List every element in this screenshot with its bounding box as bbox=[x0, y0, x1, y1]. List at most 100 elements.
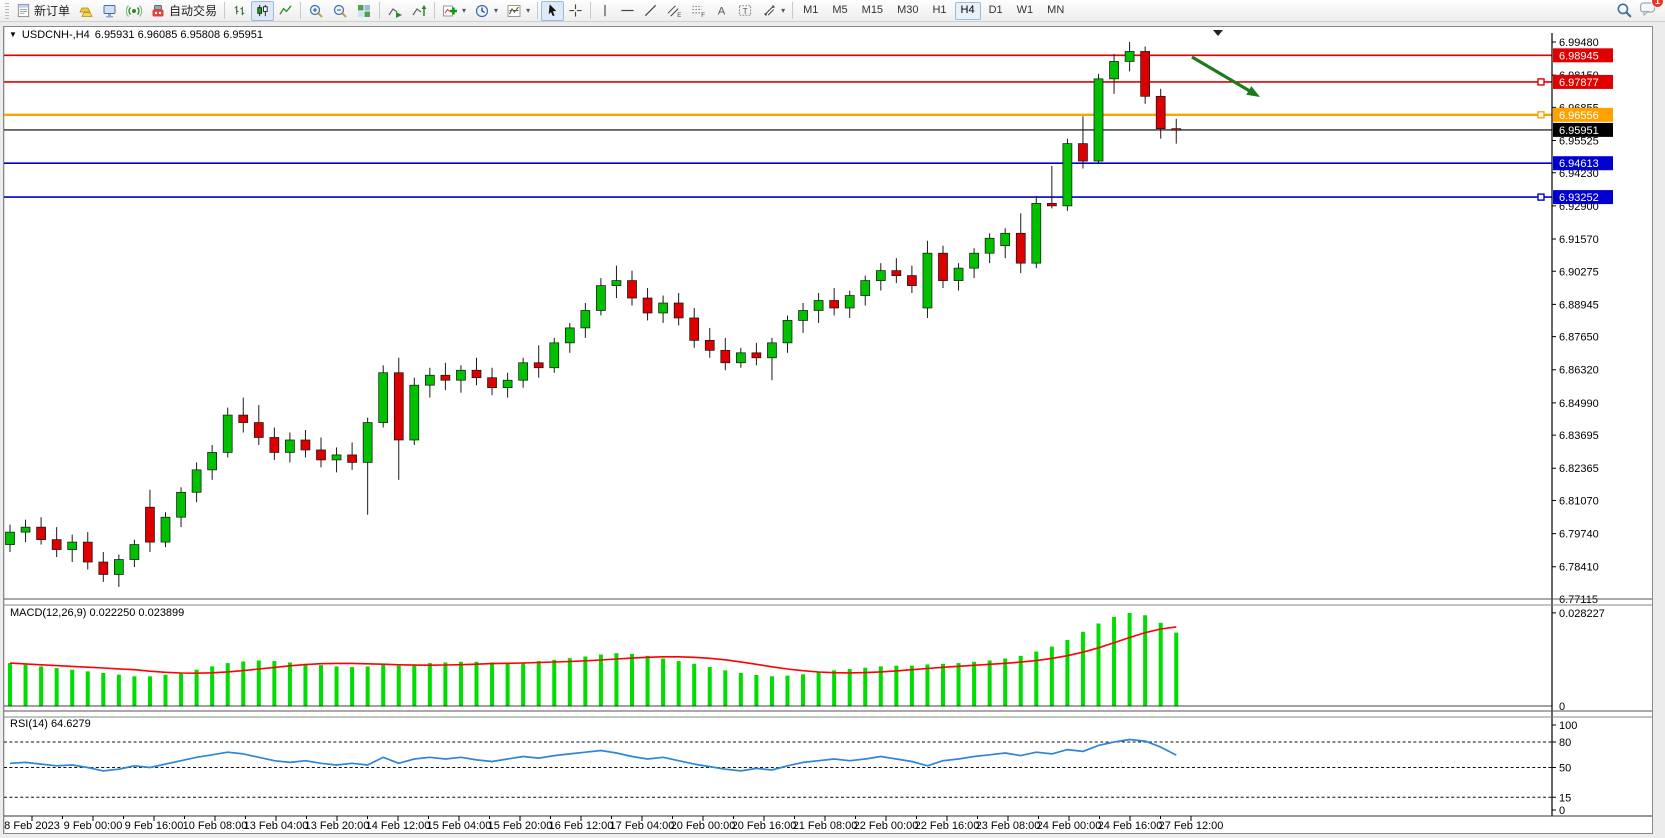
line-chart-icon bbox=[278, 3, 293, 18]
arrows-icon bbox=[761, 3, 777, 18]
crosshair-icon bbox=[568, 3, 583, 18]
new-order-label: 新订单 bbox=[34, 2, 70, 19]
timeframe-M5[interactable]: M5 bbox=[826, 2, 853, 20]
add-indicator-button[interactable]: ▾ bbox=[438, 1, 470, 21]
notifications-button[interactable]: 1 bbox=[1639, 0, 1657, 22]
svg-text:6.83695: 6.83695 bbox=[1559, 430, 1599, 442]
vertical-line-icon bbox=[598, 3, 612, 18]
svg-text:6.87650: 6.87650 bbox=[1559, 332, 1599, 344]
svg-text:24 Feb 00:00: 24 Feb 00:00 bbox=[1037, 820, 1102, 832]
trend-arrow-head bbox=[1246, 86, 1260, 97]
dropdown-caret: ▾ bbox=[494, 6, 498, 15]
svg-text:6.98945: 6.98945 bbox=[1559, 50, 1599, 62]
new-order-button[interactable]: 新订单 bbox=[12, 1, 74, 21]
line-chart-button[interactable] bbox=[274, 1, 297, 21]
trendline-tool-button[interactable] bbox=[639, 1, 662, 21]
top-toolbar: 新订单 自动交易 bbox=[0, 0, 1665, 22]
svg-text:0: 0 bbox=[1559, 805, 1565, 817]
fibonacci-tool-button[interactable]: F bbox=[686, 1, 710, 21]
rsi-pane: 1008050150 bbox=[4, 720, 1652, 817]
chart-titlebar: ▼ USDCNH-,H4 6.95931 6.96085 6.95808 6.9… bbox=[9, 28, 263, 41]
auto-trading-button[interactable]: 自动交易 bbox=[146, 1, 221, 21]
tile-windows-icon bbox=[356, 3, 372, 19]
timeframe-H1[interactable]: H1 bbox=[926, 2, 952, 20]
signal-icon bbox=[126, 3, 142, 19]
chart-ohlc-values: 6.95931 6.96085 6.95808 6.95951 bbox=[95, 29, 263, 41]
timeframe-M30[interactable]: M30 bbox=[891, 2, 924, 20]
svg-text:13 Feb 04:00: 13 Feb 04:00 bbox=[244, 820, 309, 832]
tile-windows-button[interactable] bbox=[352, 1, 376, 21]
text-icon: A bbox=[714, 3, 729, 18]
cursor-icon bbox=[545, 3, 560, 18]
toolbar-separator bbox=[379, 2, 380, 19]
trendline-icon bbox=[643, 3, 658, 18]
timeframe-M1[interactable]: M1 bbox=[797, 2, 824, 20]
template-icon bbox=[506, 3, 522, 19]
svg-text:22 Feb 00:00: 22 Feb 00:00 bbox=[854, 820, 919, 832]
svg-text:15 Feb 20:00: 15 Feb 20:00 bbox=[488, 820, 553, 832]
vertical-line-tool-button[interactable] bbox=[594, 1, 616, 21]
svg-text:6.91570: 6.91570 bbox=[1559, 234, 1599, 246]
auto-scroll-button[interactable] bbox=[383, 1, 407, 21]
chart-menu-arrow[interactable]: ▼ bbox=[9, 30, 17, 39]
macd-signal-line bbox=[10, 627, 1176, 673]
svg-text:8 Feb 2023: 8 Feb 2023 bbox=[4, 820, 60, 832]
chart-shift-button[interactable] bbox=[407, 1, 431, 21]
svg-text:6.95951: 6.95951 bbox=[1559, 125, 1599, 137]
svg-text:15: 15 bbox=[1559, 792, 1571, 804]
auto-scroll-icon bbox=[387, 3, 403, 19]
svg-text:6.81070: 6.81070 bbox=[1559, 496, 1599, 508]
svg-text:6.97877: 6.97877 bbox=[1559, 77, 1599, 89]
svg-text:F: F bbox=[701, 12, 705, 18]
toolbar-separator bbox=[300, 2, 301, 19]
svg-text:6.94613: 6.94613 bbox=[1559, 158, 1599, 170]
text-tool-button[interactable]: A bbox=[710, 1, 733, 21]
deposit-button[interactable] bbox=[74, 1, 98, 21]
svg-text:21 Feb 08:00: 21 Feb 08:00 bbox=[793, 820, 858, 832]
bar-chart-button[interactable] bbox=[228, 1, 251, 21]
chart-symbol-timeframe: USDCNH-,H4 bbox=[22, 29, 90, 41]
timeframe-W1[interactable]: W1 bbox=[1011, 2, 1040, 20]
time-axis[interactable]: 8 Feb 20239 Feb 00:009 Feb 16:0010 Feb 0… bbox=[4, 816, 1223, 832]
svg-text:T: T bbox=[743, 6, 748, 16]
svg-text:17 Feb 04:00: 17 Feb 04:00 bbox=[610, 820, 675, 832]
toolbar-separator bbox=[434, 2, 435, 19]
signals-button[interactable] bbox=[122, 1, 146, 21]
svg-text:6.99480: 6.99480 bbox=[1559, 37, 1599, 49]
new-order-icon bbox=[16, 3, 31, 18]
horizontal-line-tool-button[interactable] bbox=[616, 1, 639, 21]
dropdown-caret: ▾ bbox=[781, 6, 785, 15]
svg-text:80: 80 bbox=[1559, 737, 1571, 749]
svg-text:6.79740: 6.79740 bbox=[1559, 529, 1599, 541]
timeframe-H4[interactable]: H4 bbox=[955, 2, 981, 20]
cursor-tool-button[interactable] bbox=[541, 1, 564, 21]
svg-text:23 Feb 08:00: 23 Feb 08:00 bbox=[976, 820, 1041, 832]
workspace: 6.994806.981506.968556.955256.942306.929… bbox=[0, 23, 1665, 838]
svg-text:9 Feb 16:00: 9 Feb 16:00 bbox=[125, 820, 184, 832]
equidistant-channel-tool-button[interactable]: E bbox=[662, 1, 686, 21]
svg-text:0.028227: 0.028227 bbox=[1559, 608, 1605, 620]
timeframe-M15[interactable]: M15 bbox=[856, 2, 889, 20]
toolbar-grip bbox=[5, 3, 9, 19]
timeframe-D1[interactable]: D1 bbox=[983, 2, 1009, 20]
chart-canvas[interactable]: 6.994806.981506.968556.955256.942306.929… bbox=[4, 27, 1652, 833]
zoom-out-button[interactable] bbox=[328, 1, 352, 21]
label-tool-button[interactable]: T bbox=[733, 1, 757, 21]
periods-button[interactable]: ▾ bbox=[470, 1, 502, 21]
timeframe-group: M1M5M15M30H1H4D1W1MN bbox=[796, 2, 1071, 20]
arrows-tool-button[interactable]: ▾ bbox=[757, 1, 789, 21]
candlestick-chart-button[interactable] bbox=[251, 1, 274, 21]
bar-chart-icon bbox=[232, 3, 247, 18]
search-icon[interactable] bbox=[1616, 2, 1633, 19]
auto-trading-icon bbox=[150, 3, 166, 19]
clock-icon bbox=[474, 3, 490, 19]
price-axis[interactable]: 6.994806.981506.968556.955256.942306.929… bbox=[1552, 33, 1613, 816]
templates-button[interactable]: ▾ bbox=[502, 1, 534, 21]
svg-text:50: 50 bbox=[1559, 763, 1571, 775]
zoom-in-button[interactable] bbox=[304, 1, 328, 21]
svg-text:20 Feb 00:00: 20 Feb 00:00 bbox=[671, 820, 736, 832]
crosshair-tool-button[interactable] bbox=[564, 1, 587, 21]
candlestick-chart-icon bbox=[255, 3, 270, 18]
terminal-button[interactable] bbox=[98, 1, 122, 21]
timeframe-MN[interactable]: MN bbox=[1041, 2, 1070, 20]
